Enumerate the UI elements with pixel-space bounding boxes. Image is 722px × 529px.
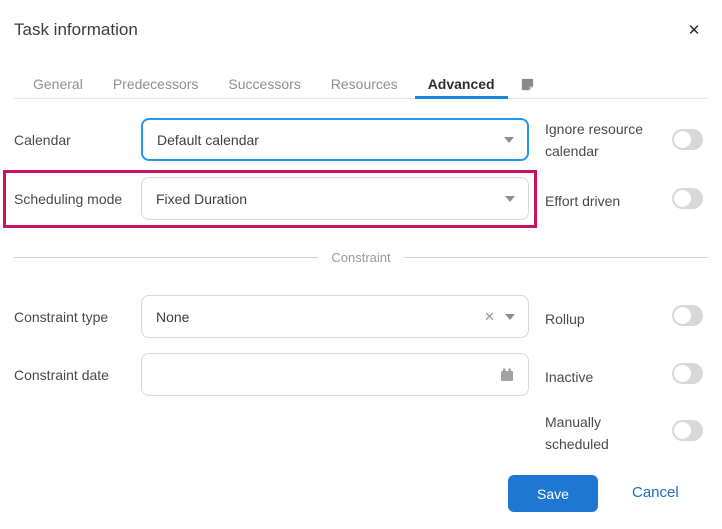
calendar-icon[interactable]: [499, 367, 515, 383]
close-icon: ✕: [687, 22, 701, 39]
tab-label: Advanced: [427, 76, 495, 92]
toggle-ignore-resource-calendar[interactable]: [672, 129, 703, 150]
toggle-inactive[interactable]: [672, 363, 703, 384]
scheduling-mode-label: Scheduling mode: [14, 191, 123, 207]
constraint-date-input[interactable]: [141, 353, 529, 396]
tab-resources[interactable]: Resources: [318, 70, 411, 98]
close-button[interactable]: ✕: [684, 20, 704, 40]
cancel-button[interactable]: Cancel: [632, 484, 679, 504]
divider-line: [14, 256, 319, 258]
tab-predecessors[interactable]: Predecessors: [100, 70, 212, 98]
toggle-effort-driven[interactable]: [672, 188, 703, 209]
divider-line: [403, 256, 708, 258]
calendar-combo[interactable]: Default calendar: [141, 118, 529, 161]
tab-notes[interactable]: [512, 70, 543, 98]
constraint-section-label: Constraint: [331, 249, 391, 265]
calendar-label: Calendar: [14, 132, 71, 148]
save-button[interactable]: Save: [508, 475, 598, 512]
tab-bar: General Predecessors Successors Resource…: [14, 70, 708, 99]
constraint-section-divider: Constraint: [14, 249, 708, 265]
task-information-dialog: Task information ✕ General Predecessors …: [0, 0, 722, 529]
toggle-rollup[interactable]: [672, 305, 703, 326]
dialog-title: Task information: [14, 20, 138, 39]
calendar-combo-value: Default calendar: [157, 131, 259, 148]
manually-scheduled-label: Manually scheduled: [545, 414, 609, 452]
constraint-date-label: Constraint date: [14, 367, 109, 383]
chevron-down-icon[interactable]: [504, 136, 514, 143]
tab-general[interactable]: General: [20, 70, 96, 98]
ignore-resource-calendar-label: Ignore resource calendar: [545, 121, 644, 159]
clear-icon[interactable]: ✕: [484, 309, 505, 325]
tab-label: Successors: [228, 76, 301, 92]
rollup-label: Rollup: [545, 311, 585, 327]
tab-successors[interactable]: Successors: [215, 70, 313, 98]
toggle-manually-scheduled[interactable]: [672, 420, 703, 441]
constraint-type-combo[interactable]: None ✕: [141, 295, 529, 338]
sticky-note-icon: [520, 77, 535, 92]
tab-label: Resources: [330, 76, 398, 92]
tab-label: Predecessors: [112, 76, 199, 92]
chevron-down-icon[interactable]: [505, 313, 515, 320]
tab-advanced[interactable]: Advanced: [414, 70, 508, 99]
tab-label: General: [33, 76, 83, 92]
constraint-type-label: Constraint type: [14, 309, 109, 325]
scheduling-mode-combo-value: Fixed Duration: [156, 190, 248, 207]
effort-driven-label: Effort driven: [545, 193, 621, 209]
scheduling-mode-combo[interactable]: Fixed Duration: [141, 177, 529, 220]
inactive-label: Inactive: [545, 369, 594, 385]
chevron-down-icon[interactable]: [505, 195, 515, 202]
constraint-type-combo-value: None: [156, 308, 190, 325]
